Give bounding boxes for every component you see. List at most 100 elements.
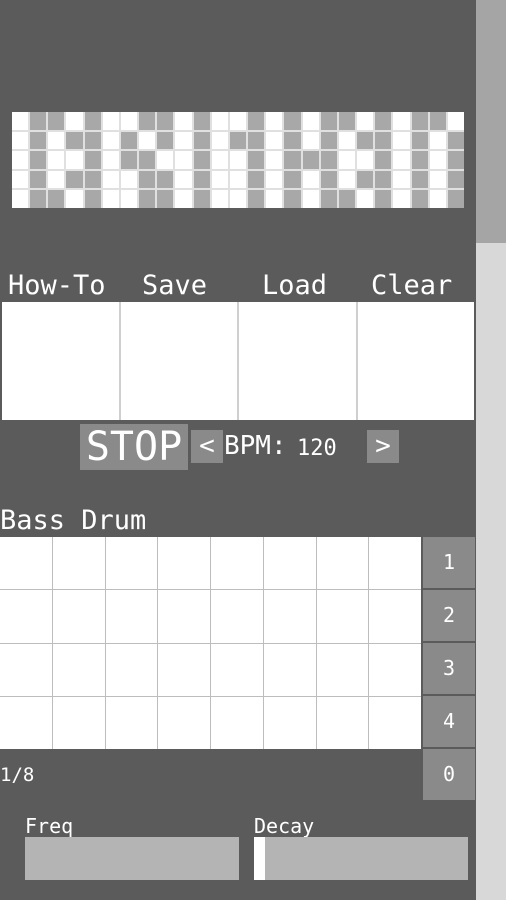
clear-button[interactable]	[357, 302, 474, 420]
logo-pixel	[447, 112, 464, 130]
step-cell[interactable]	[158, 696, 210, 749]
step-cell[interactable]	[52, 537, 105, 590]
load-button[interactable]	[239, 302, 356, 420]
logo-pixel	[175, 131, 192, 150]
row-button-0[interactable]: 0	[423, 749, 475, 800]
logo-pixel	[12, 112, 29, 130]
logo-pixel	[175, 170, 192, 189]
logo-pixel	[429, 112, 446, 130]
step-cell[interactable]	[52, 590, 105, 643]
bpm-decrease-button[interactable]: <	[191, 430, 223, 463]
logo-pixel	[338, 112, 356, 130]
step-cell[interactable]	[105, 696, 158, 749]
bpm-increase-button[interactable]: >	[367, 430, 399, 463]
logo-pixel	[175, 112, 192, 130]
row-button-1[interactable]: 1	[423, 537, 475, 588]
step-cell[interactable]	[158, 643, 210, 696]
logo-pixel	[357, 112, 374, 130]
logo-pixel	[120, 190, 138, 208]
logo-pixel	[429, 170, 446, 189]
logo-pixel	[320, 151, 337, 169]
logo-pixel	[30, 112, 47, 130]
logo-pixel	[211, 190, 228, 208]
row-button-2[interactable]: 2	[423, 590, 475, 641]
step-cell[interactable]	[263, 696, 316, 749]
step-cell[interactable]	[52, 643, 105, 696]
logo-pixel	[48, 151, 65, 169]
step-cell[interactable]	[0, 537, 52, 590]
logo-pixel	[320, 170, 337, 189]
step-cell[interactable]	[0, 696, 52, 749]
logo-pixel	[157, 151, 174, 169]
step-cell[interactable]	[369, 537, 421, 590]
logo-pixel	[338, 151, 356, 169]
load-label: Load	[262, 270, 328, 301]
decay-slider-fill	[254, 837, 265, 880]
step-cell[interactable]	[369, 643, 421, 696]
logo-pixel	[229, 190, 247, 208]
logo-pixel	[66, 151, 83, 169]
step-cell[interactable]	[105, 537, 158, 590]
logo-pixel	[12, 131, 29, 150]
logo-pixel	[266, 190, 283, 208]
logo-pixel	[320, 131, 337, 150]
step-cell[interactable]	[369, 590, 421, 643]
logo-pixel	[393, 112, 410, 130]
logo-pixel	[48, 170, 65, 189]
step-cell[interactable]	[0, 643, 52, 696]
step-cell[interactable]	[263, 590, 316, 643]
step-cell[interactable]	[211, 643, 263, 696]
logo-pixel	[375, 170, 392, 189]
row-button-4[interactable]: 4	[423, 696, 475, 747]
step-cell[interactable]	[158, 537, 210, 590]
save-button[interactable]	[120, 302, 237, 420]
how-to-button[interactable]	[2, 302, 119, 420]
step-cell[interactable]	[263, 643, 316, 696]
logo-pixel	[284, 112, 301, 130]
freq-slider[interactable]	[25, 837, 239, 880]
logo-pixel	[30, 170, 47, 189]
scrollbar[interactable]	[476, 0, 506, 900]
logo-pixel	[375, 151, 392, 169]
logo-pixel	[229, 112, 247, 130]
step-cell[interactable]	[211, 590, 263, 643]
step-cell[interactable]	[316, 643, 369, 696]
logo-pixel	[393, 131, 410, 150]
logo-pixel	[84, 131, 101, 150]
step-cell[interactable]	[105, 590, 158, 643]
step-cell[interactable]	[105, 643, 158, 696]
step-cell[interactable]	[158, 590, 210, 643]
logo-pixel	[157, 190, 174, 208]
decay-slider[interactable]	[254, 837, 468, 880]
logo-pixel	[284, 170, 301, 189]
step-cell[interactable]	[316, 696, 369, 749]
logo-pixel	[357, 151, 374, 169]
step-cell[interactable]	[0, 590, 52, 643]
stop-button[interactable]: STOP	[80, 424, 188, 470]
logo-pixel	[175, 151, 192, 169]
step-cell[interactable]	[211, 696, 263, 749]
step-cell[interactable]	[263, 537, 316, 590]
step-cell[interactable]	[211, 537, 263, 590]
logo-pixel	[193, 131, 210, 150]
logo-pixel	[211, 112, 228, 130]
row-button-3[interactable]: 3	[423, 643, 475, 694]
logo-pixel	[411, 131, 428, 150]
scrollbar-thumb[interactable]	[476, 0, 506, 243]
top-buttons	[2, 302, 474, 420]
step-cell[interactable]	[316, 537, 369, 590]
logo-pixel	[338, 190, 356, 208]
step-division: 1/8	[0, 764, 35, 786]
logo-pixel	[211, 151, 228, 169]
logo-pixel	[193, 151, 210, 169]
logo-pixel	[266, 131, 283, 150]
logo-pixel	[447, 190, 464, 208]
logo-pixel	[84, 190, 101, 208]
step-cell[interactable]	[316, 590, 369, 643]
step-cell[interactable]	[52, 696, 105, 749]
logo-pixel	[375, 131, 392, 150]
logo-pixel	[102, 170, 119, 189]
logo-pixel	[48, 131, 65, 150]
logo-pixel	[193, 112, 210, 130]
step-cell[interactable]	[369, 696, 421, 749]
